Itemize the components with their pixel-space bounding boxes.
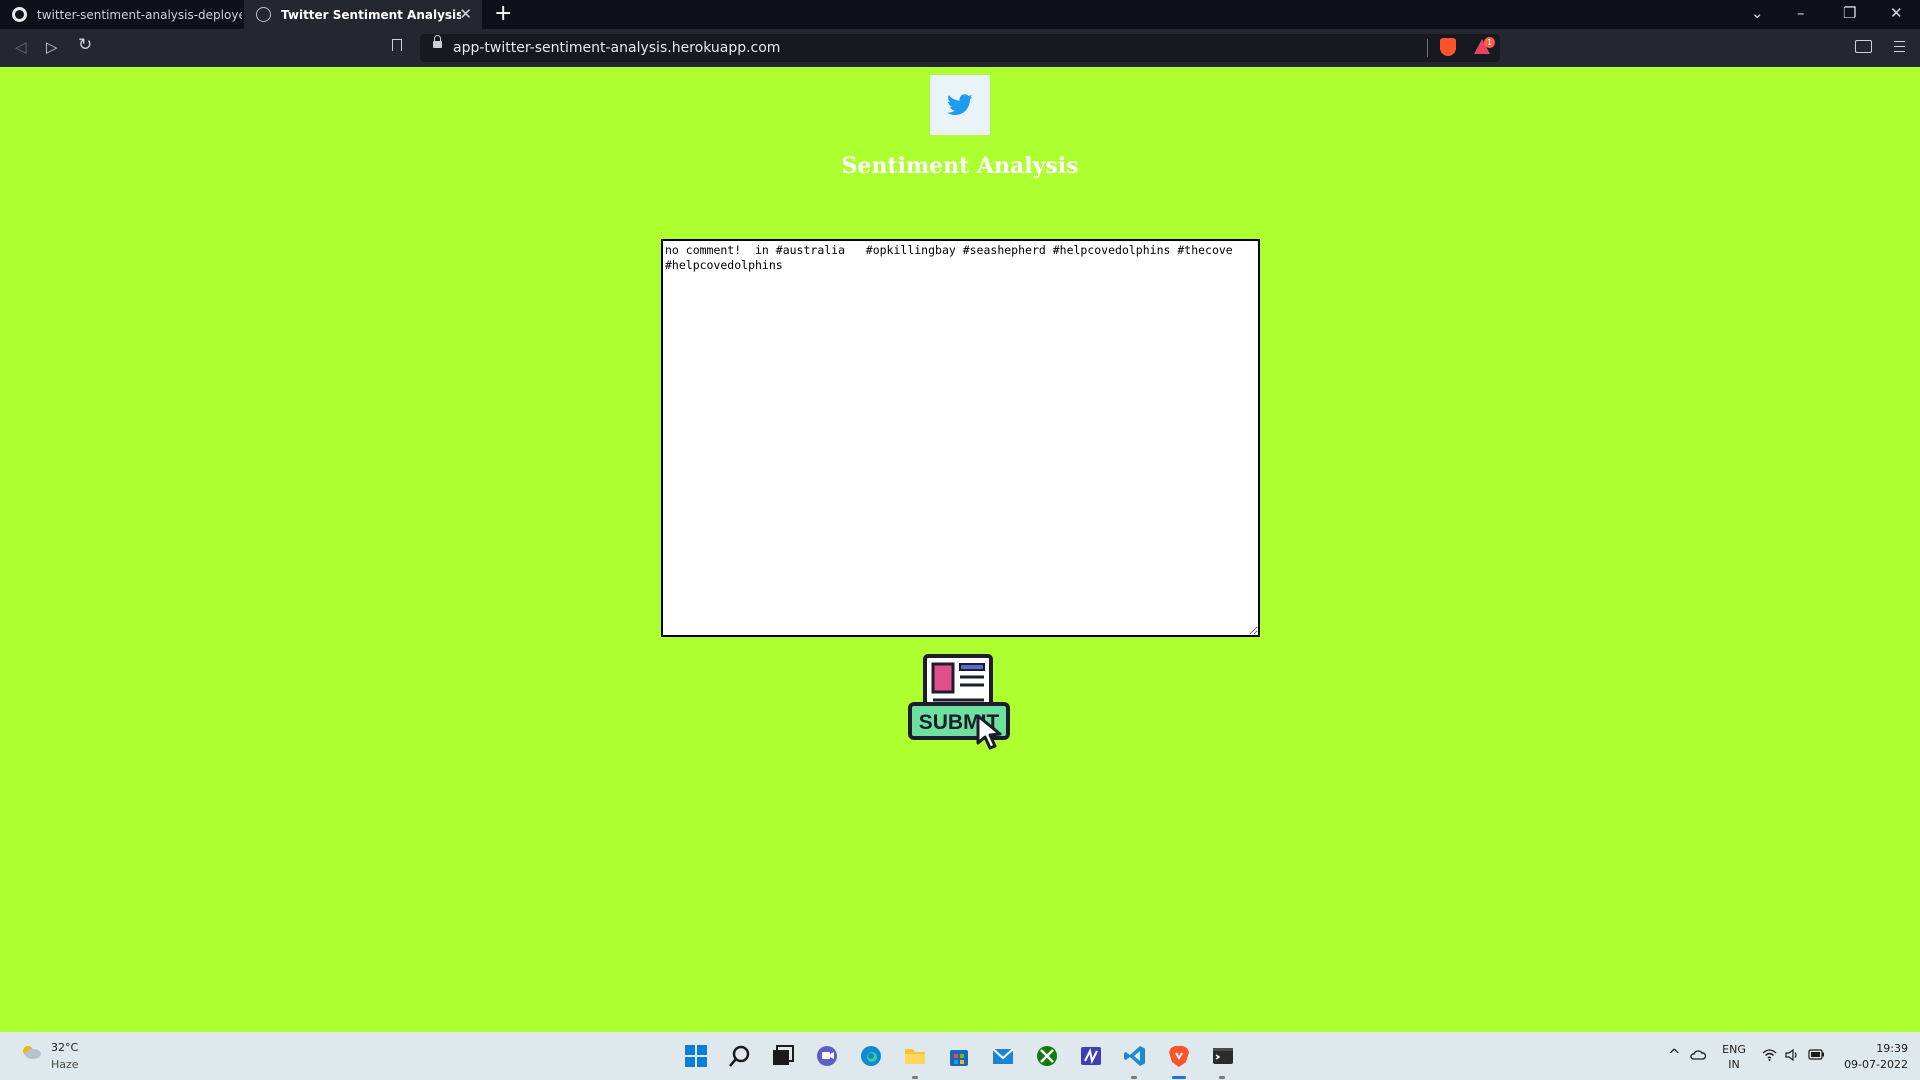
xbox-icon[interactable] <box>1035 1044 1059 1068</box>
onedrive-icon[interactable] <box>1690 1049 1706 1060</box>
submit-button[interactable]: SUBMIT <box>908 654 1012 754</box>
clock-date[interactable]: 09-07-2022 <box>1836 1058 1908 1071</box>
active-app-indicator <box>1172 1076 1186 1079</box>
brave-icon[interactable] <box>1167 1044 1191 1068</box>
running-indicator <box>912 1076 918 1079</box>
task-view-icon[interactable] <box>771 1044 795 1068</box>
store-icon[interactable] <box>947 1044 971 1068</box>
battery-icon[interactable] <box>1808 1049 1825 1060</box>
github-icon <box>12 7 27 22</box>
tab-list-chevron-icon[interactable]: ⌄ <box>1751 4 1764 22</box>
globe-icon <box>256 7 271 22</box>
edge-icon[interactable] <box>859 1044 883 1068</box>
tab-twitter-sentiment[interactable]: Twitter Sentiment Analysis ✕ <box>244 0 482 29</box>
mail-icon[interactable] <box>991 1044 1015 1068</box>
reload-icon[interactable]: ↻ <box>78 36 92 54</box>
region-indicator[interactable]: IN <box>1719 1058 1749 1071</box>
vscode-icon[interactable] <box>1123 1044 1147 1068</box>
minimize-icon[interactable]: – <box>1797 4 1805 22</box>
windows-taskbar: 32°C Haze ^ ENG IN 19:39 09-07-2022 <box>0 1032 1920 1080</box>
volume-icon[interactable] <box>1785 1049 1799 1061</box>
submit-illustration: SUBMIT <box>908 654 1010 750</box>
tab-title: twitter-sentiment-analysis-deployed/a <box>37 7 242 22</box>
editor-icon[interactable] <box>1079 1044 1103 1068</box>
show-hidden-icons-chevron-icon[interactable]: ^ <box>1668 1046 1681 1064</box>
wifi-icon[interactable] <box>1762 1049 1777 1061</box>
weather-haze-icon[interactable] <box>20 1045 42 1059</box>
running-indicator <box>1131 1076 1137 1079</box>
teams-chat-icon[interactable] <box>815 1044 839 1068</box>
close-tab-icon[interactable]: ✕ <box>459 6 472 22</box>
language-indicator[interactable]: ENG <box>1719 1043 1749 1056</box>
bookmark-icon[interactable] <box>392 39 402 51</box>
tweet-input[interactable]: no comment! in #australia #opkillingbay … <box>661 239 1260 637</box>
back-icon[interactable]: ◁ <box>15 38 27 56</box>
brave-shields-icon[interactable] <box>1440 38 1456 56</box>
browser-toolbar: ◁ ▷ ↻ app-twitter-sentiment-analysis.her… <box>0 29 1920 67</box>
toolbar-divider <box>1427 39 1428 57</box>
restore-icon[interactable]: ❐ <box>1843 4 1856 22</box>
search-icon[interactable] <box>728 1044 752 1068</box>
tab-title: Twitter Sentiment Analysis <box>281 7 461 22</box>
menu-icon[interactable] <box>1894 41 1905 52</box>
forward-icon[interactable]: ▷ <box>46 38 58 56</box>
new-tab-button[interactable]: + <box>494 3 512 25</box>
wallet-icon[interactable] <box>1855 40 1872 53</box>
url-text[interactable]: app-twitter-sentiment-analysis.herokuapp… <box>453 40 780 56</box>
tab-github[interactable]: twitter-sentiment-analysis-deployed/a <box>0 0 244 29</box>
close-window-icon[interactable]: ✕ <box>1890 4 1903 22</box>
page-title: Sentiment Analysis <box>841 153 1079 179</box>
browser-tab-bar: twitter-sentiment-analysis-deployed/a Tw… <box>0 0 1920 29</box>
rewards-badge: 1 <box>1484 37 1495 48</box>
lock-icon[interactable] <box>433 35 442 48</box>
running-indicator <box>1219 1076 1225 1079</box>
weather-condition[interactable]: Haze <box>51 1058 79 1071</box>
terminal-icon[interactable] <box>1211 1044 1235 1068</box>
page-content: Sentiment Analysis no comment! in #austr… <box>0 67 1920 1032</box>
clock-time[interactable]: 19:39 <box>1836 1042 1908 1055</box>
twitter-bird-icon <box>947 94 973 115</box>
file-explorer-icon[interactable] <box>903 1044 927 1068</box>
weather-temperature[interactable]: 32°C <box>51 1041 78 1054</box>
twitter-logo <box>930 75 990 135</box>
start-icon[interactable] <box>684 1044 708 1068</box>
